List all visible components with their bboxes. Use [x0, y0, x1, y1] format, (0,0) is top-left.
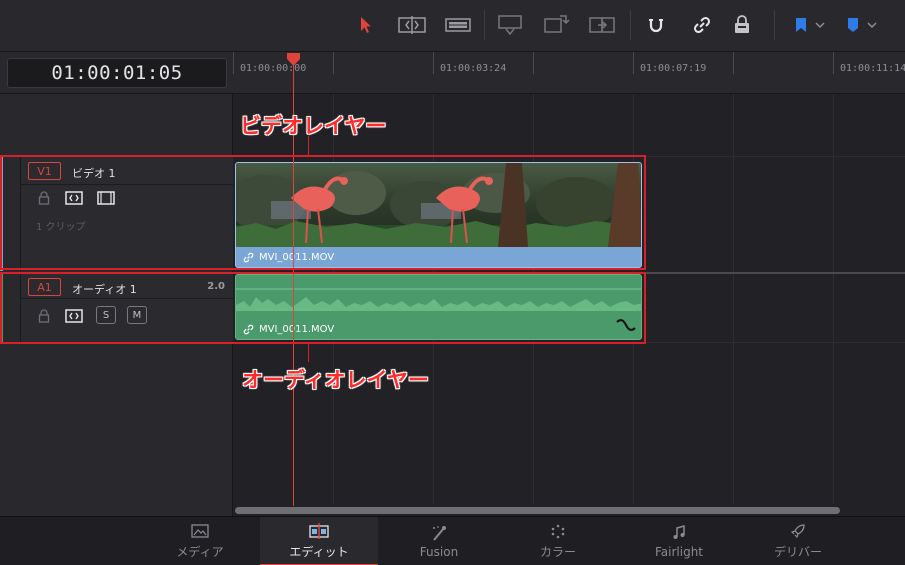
- tab-deliver[interactable]: デリバー: [739, 517, 857, 565]
- timecode-panel: 01:00:01:05: [0, 52, 233, 94]
- audio-track-name[interactable]: オーディオ 1: [72, 281, 137, 297]
- marker-dropdown[interactable]: [840, 12, 884, 38]
- video-clip[interactable]: MVI_0011.MOV: [235, 162, 642, 268]
- audio-curve-icon[interactable]: [616, 318, 636, 332]
- track-divider: [233, 156, 905, 157]
- scrollbar-thumb[interactable]: [235, 507, 840, 514]
- marker-icon: [848, 18, 858, 32]
- color-page-icon: [551, 524, 565, 539]
- solo-button[interactable]: S: [96, 306, 116, 324]
- deliver-page-icon: [790, 524, 805, 539]
- ruler-tick: [633, 52, 634, 74]
- media-page-icon: [191, 524, 209, 538]
- fairlight-page-icon: [673, 524, 685, 539]
- ruler-label: 01:00:03:24: [440, 63, 507, 74]
- auto-select-icon[interactable]: [64, 190, 84, 206]
- linked-selection-icon[interactable]: [688, 12, 716, 38]
- tab-label: Fusion: [419, 544, 459, 559]
- mute-button[interactable]: M: [127, 306, 147, 324]
- toolbar-separator: [630, 10, 631, 40]
- link-icon: [243, 324, 254, 335]
- link-icon: [243, 252, 254, 263]
- chevron-down-icon: [815, 22, 825, 29]
- playhead-handle[interactable]: [286, 52, 301, 71]
- tab-label: カラー: [539, 545, 576, 559]
- blade-icon[interactable]: [444, 12, 472, 38]
- flag-icon: [796, 18, 806, 32]
- tab-label: Fairlight: [654, 544, 704, 559]
- ruler-tick: [533, 52, 534, 74]
- video-clip-name: MVI_0011.MOV: [259, 252, 335, 263]
- ruler-tick: [233, 52, 234, 74]
- tab-label: エディット: [289, 545, 349, 559]
- audio-layer-annotation: オーディオレイヤー: [242, 368, 429, 392]
- video-track-name[interactable]: ビデオ 1: [72, 165, 116, 181]
- tab-media[interactable]: メディア: [141, 517, 259, 565]
- fusion-page-icon: [433, 525, 446, 541]
- page-navigation-bar: メディア エディット Fusion カラー Fairlight デリバー: [0, 516, 905, 565]
- edit-page-icon: [309, 523, 329, 539]
- audio-track-header[interactable]: A1 オーディオ 1 2.0 S M: [0, 274, 233, 342]
- ruler-tick: [833, 52, 834, 74]
- annotation-connector: [308, 344, 309, 362]
- lock-track-icon[interactable]: [34, 190, 54, 206]
- ruler-tick: [333, 52, 334, 74]
- audio-clip[interactable]: MVI_0011.MOV: [235, 274, 642, 340]
- tab-fusion[interactable]: Fusion: [380, 517, 498, 565]
- ruler-label: 01:00:07:19: [640, 63, 707, 74]
- video-layer-annotation: ビデオレイヤー: [240, 114, 387, 138]
- horizontal-scrollbar[interactable]: [233, 504, 905, 516]
- divider: [20, 298, 233, 299]
- audio-track-id[interactable]: A1: [28, 278, 61, 296]
- grid-line: [833, 94, 834, 516]
- timeline-track-area[interactable]: MVI_0011.MOV MVI_0011.MOV: [233, 94, 905, 516]
- snapping-icon[interactable]: [642, 12, 670, 38]
- overwrite-clip-icon[interactable]: [542, 12, 570, 38]
- audio-clip-label: MVI_0011.MOV: [243, 324, 334, 335]
- tab-color[interactable]: カラー: [499, 517, 617, 565]
- auto-select-icon[interactable]: [64, 308, 84, 324]
- tab-label: デリバー: [773, 545, 822, 559]
- video-track-color: [0, 156, 3, 271]
- video-clip-count: 1 クリップ: [36, 222, 86, 233]
- track-divider: [233, 342, 905, 343]
- trim-mode-icon[interactable]: [398, 12, 426, 38]
- toolbar-separator: [774, 10, 775, 40]
- tab-fairlight[interactable]: Fairlight: [620, 517, 738, 565]
- video-clip-thumbnail: [236, 163, 641, 247]
- grid-line: [733, 94, 734, 516]
- audio-clip-name: MVI_0011.MOV: [259, 324, 335, 335]
- selection-arrow-icon[interactable]: [352, 12, 380, 38]
- video-clip-label: MVI_0011.MOV: [243, 252, 334, 263]
- position-lock-icon[interactable]: [728, 12, 756, 38]
- current-timecode[interactable]: 01:00:01:05: [7, 58, 227, 88]
- insert-clip-icon[interactable]: [496, 12, 524, 38]
- timeline-ruler[interactable]: 01:00:00:00 01:00:03:24 01:00:07:19 01:0…: [233, 52, 905, 94]
- track-headers: V1 ビデオ 1 1 クリップ A1 オーディオ 1 2.0 S M: [0, 94, 233, 516]
- disable-track-icon[interactable]: [96, 190, 116, 206]
- chevron-down-icon: [867, 22, 877, 29]
- audio-channel-format: 2.0: [207, 281, 225, 292]
- video-track-header[interactable]: V1 ビデオ 1 1 クリップ: [0, 156, 233, 271]
- ruler-tick: [433, 52, 434, 74]
- toolbar-separator: [484, 10, 485, 40]
- tab-edit[interactable]: エディット: [260, 517, 378, 565]
- audio-track-color: [0, 274, 3, 342]
- lock-track-icon[interactable]: [34, 308, 54, 324]
- ruler-tick: [733, 52, 734, 74]
- video-track-id[interactable]: V1: [28, 162, 61, 180]
- timeline-toolbar: [0, 0, 905, 52]
- replace-clip-icon[interactable]: [588, 12, 616, 38]
- divider: [20, 184, 233, 185]
- ruler-label: 01:00:11:14: [840, 63, 905, 74]
- audio-waveform: [236, 288, 641, 311]
- flag-dropdown[interactable]: [788, 12, 832, 38]
- tab-label: メディア: [176, 545, 224, 559]
